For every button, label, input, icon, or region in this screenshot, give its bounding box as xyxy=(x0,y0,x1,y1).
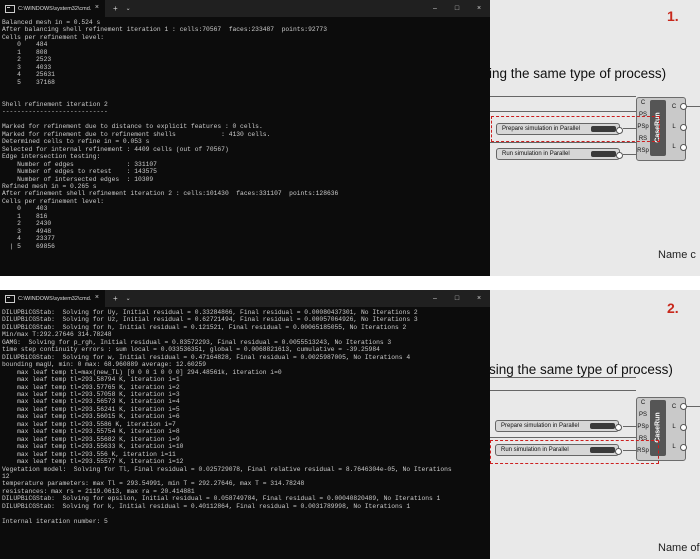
new-tab-icon[interactable]: + xyxy=(113,4,118,13)
maximize-icon[interactable]: □ xyxy=(446,290,468,307)
wire xyxy=(490,96,636,97)
close-icon[interactable]: × xyxy=(468,0,490,17)
panel-step-2: C:\WINDOWS\system32\cmd. × + ⌄ – □ × DIL… xyxy=(0,290,700,559)
terminal-icon xyxy=(5,294,15,303)
input-port-rsp[interactable]: RSp xyxy=(637,148,649,154)
window-controls: – □ × xyxy=(424,0,490,17)
output-port-c[interactable]: C xyxy=(668,104,680,110)
wire xyxy=(490,390,636,391)
terminal-titlebar: C:\WINDOWS\system32\cmd. × + ⌄ – □ × xyxy=(0,0,490,17)
highlight-box xyxy=(490,440,659,464)
chevron-down-icon[interactable]: ⌄ xyxy=(126,5,131,12)
panel-step-1: C:\WINDOWS\system32\cmd. × + ⌄ – □ × Bal… xyxy=(0,0,700,276)
output-node[interactable] xyxy=(680,124,687,131)
terminal-tab[interactable]: C:\WINDOWS\system32\cmd. × xyxy=(0,290,105,307)
output-node[interactable] xyxy=(680,424,687,431)
chevron-down-icon[interactable]: ⌄ xyxy=(126,295,131,302)
output-port-l[interactable]: L xyxy=(668,124,680,130)
tab-close-icon[interactable]: × xyxy=(95,3,99,13)
button-label: Prepare simulation in Parallel xyxy=(501,423,580,429)
section-heading: ing the same type of process) xyxy=(489,66,667,81)
output-node[interactable] xyxy=(680,403,687,410)
output-node[interactable] xyxy=(680,144,687,151)
highlight-box xyxy=(491,116,660,142)
minimize-icon[interactable]: – xyxy=(424,0,446,17)
output-port-l[interactable]: L xyxy=(668,444,680,450)
minimize-icon[interactable]: – xyxy=(424,290,446,307)
toggle-icon xyxy=(590,423,615,429)
terminal-tab[interactable]: C:\WINDOWS\system32\cmd. × xyxy=(0,0,105,17)
wire xyxy=(623,154,636,155)
wire xyxy=(623,426,636,427)
window-controls: – □ × xyxy=(424,290,490,307)
output-node xyxy=(616,152,623,159)
terminal-output: DILUPBiCGStab: Solving for Uy, Initial r… xyxy=(2,309,452,525)
toggle-icon xyxy=(591,151,616,157)
input-port-ps[interactable]: PS xyxy=(637,412,649,418)
step-number: 1. xyxy=(667,8,679,24)
wire xyxy=(490,437,636,438)
output-port-c[interactable]: C xyxy=(668,404,680,410)
button-label: Run simulation in Parallel xyxy=(502,151,570,157)
wire xyxy=(490,111,636,112)
terminal-window: C:\WINDOWS\system32\cmd. × + ⌄ – □ × Bal… xyxy=(0,0,490,276)
new-tab-icon[interactable]: + xyxy=(113,294,118,303)
wire xyxy=(490,142,636,143)
terminal-window: C:\WINDOWS\system32\cmd. × + ⌄ – □ × DIL… xyxy=(0,290,490,559)
terminal-output: Balanced mesh in = 0.524 s After balanci… xyxy=(2,19,339,250)
output-port-l[interactable]: L xyxy=(668,144,680,150)
step-number: 2. xyxy=(667,300,679,316)
name-label: Name of xyxy=(658,542,700,554)
tab-title: C:\WINDOWS\system32\cmd. xyxy=(18,5,92,12)
wire xyxy=(490,377,636,378)
prepare-simulation-button[interactable]: Prepare simulation in Parallel xyxy=(495,420,622,432)
output-node[interactable] xyxy=(680,444,687,451)
name-label: Name c xyxy=(658,249,696,261)
panel-divider xyxy=(0,276,700,290)
terminal-titlebar: C:\WINDOWS\system32\cmd. × + ⌄ – □ × xyxy=(0,290,490,307)
tab-close-icon[interactable]: × xyxy=(95,293,99,303)
input-port-c[interactable]: C xyxy=(637,100,649,106)
output-node[interactable] xyxy=(680,103,687,110)
run-simulation-button[interactable]: Run simulation in Parallel xyxy=(496,148,623,160)
close-icon[interactable]: × xyxy=(468,290,490,307)
terminal-icon xyxy=(5,4,15,13)
input-port-c[interactable]: C xyxy=(637,400,649,406)
maximize-icon[interactable]: □ xyxy=(446,0,468,17)
section-heading: sing the same type of process) xyxy=(489,362,673,377)
input-port-psp[interactable]: PSp xyxy=(637,424,649,430)
output-node xyxy=(615,424,622,431)
output-port-l[interactable]: L xyxy=(668,424,680,430)
tab-title: C:\WINDOWS\system32\cmd. xyxy=(18,295,92,302)
